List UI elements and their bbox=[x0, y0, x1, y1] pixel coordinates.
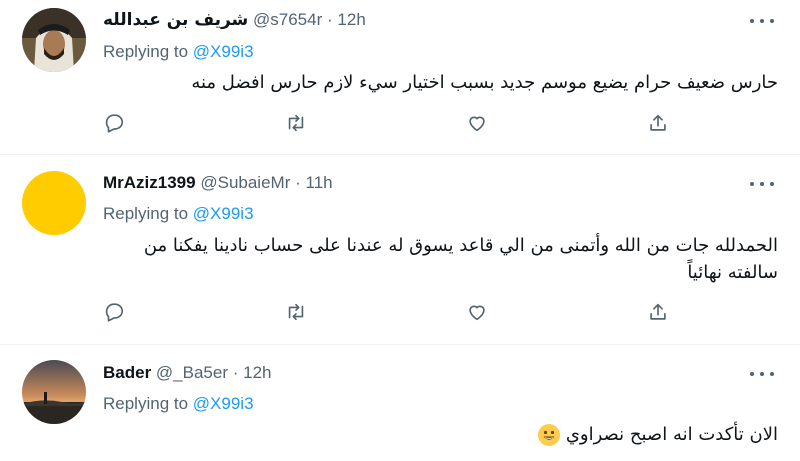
tweet-header: شريف بن عبدالله @s7654r · 12h bbox=[103, 9, 366, 31]
tweet-text: الحمدلله جات من الله وأتمنى من الي قاعد … bbox=[143, 235, 778, 283]
tweet-text: حارس ضعيف حرام يضيع موسم جديد بسبب اختيا… bbox=[191, 72, 778, 93]
reply-icon[interactable] bbox=[101, 110, 127, 136]
like-icon[interactable] bbox=[464, 299, 490, 325]
mention-link[interactable]: @X99i3 bbox=[193, 394, 254, 413]
replying-to: Replying to @X99i3 bbox=[103, 41, 254, 63]
avatar[interactable] bbox=[22, 360, 86, 424]
separator-dot: · bbox=[327, 10, 333, 29]
user-handle[interactable]: @_Ba5er bbox=[156, 363, 228, 382]
more-icon[interactable] bbox=[750, 174, 774, 194]
tweet[interactable]: شريف بن عبدالله @s7654r · 12h Replying t… bbox=[0, 0, 800, 155]
share-icon[interactable] bbox=[645, 110, 671, 136]
avatar[interactable] bbox=[22, 171, 86, 235]
like-icon[interactable] bbox=[464, 110, 490, 136]
display-name[interactable]: MrAziz1399 bbox=[103, 173, 196, 192]
more-icon[interactable] bbox=[750, 364, 774, 384]
tweet-text: الان تأكدت انه اصبح نصراوي bbox=[565, 424, 778, 445]
replying-to-label: Replying to bbox=[103, 42, 189, 61]
mention-link[interactable]: @X99i3 bbox=[193, 204, 254, 223]
more-icon[interactable] bbox=[750, 11, 774, 31]
timestamp[interactable]: 11h bbox=[306, 173, 333, 192]
replying-to: Replying to @X99i3 bbox=[103, 203, 254, 225]
tweet-actions bbox=[0, 110, 800, 136]
share-icon[interactable] bbox=[645, 299, 671, 325]
user-handle[interactable]: @s7654r bbox=[253, 10, 322, 29]
retweet-icon[interactable] bbox=[283, 110, 309, 136]
timestamp[interactable]: 12h bbox=[243, 363, 271, 382]
reply-icon[interactable] bbox=[101, 299, 127, 325]
separator-dot: · bbox=[232, 363, 239, 382]
retweet-icon[interactable] bbox=[283, 299, 309, 325]
display-name[interactable]: شريف بن عبدالله bbox=[103, 10, 248, 30]
display-name[interactable]: Bader bbox=[103, 363, 151, 382]
tweet-header: Bader @_Ba5er · 12h bbox=[103, 362, 272, 384]
user-handle[interactable]: @SubaieMr bbox=[200, 173, 290, 192]
tweet-header: MrAziz1399 @SubaieMr · 11h bbox=[103, 172, 333, 194]
avatar[interactable] bbox=[22, 8, 86, 72]
separator-dot: · bbox=[295, 173, 301, 192]
timestamp[interactable]: 12h bbox=[337, 10, 365, 29]
mention-link[interactable]: @X99i3 bbox=[193, 42, 254, 61]
grinning-face-emoji bbox=[538, 424, 561, 446]
tweet-text-row: الان تأكدت انه اصبح نصراوي bbox=[103, 422, 778, 448]
tweet[interactable]: Bader @_Ba5er · 12h Replying to @X99i3 ا… bbox=[0, 345, 800, 461]
replying-to-label: Replying to bbox=[103, 204, 189, 223]
tweet-actions bbox=[0, 299, 800, 325]
tweet[interactable]: MrAziz1399 @SubaieMr · 11h Replying to @… bbox=[0, 155, 800, 345]
replying-to-label: Replying to bbox=[103, 394, 189, 413]
replying-to: Replying to @X99i3 bbox=[103, 393, 254, 415]
